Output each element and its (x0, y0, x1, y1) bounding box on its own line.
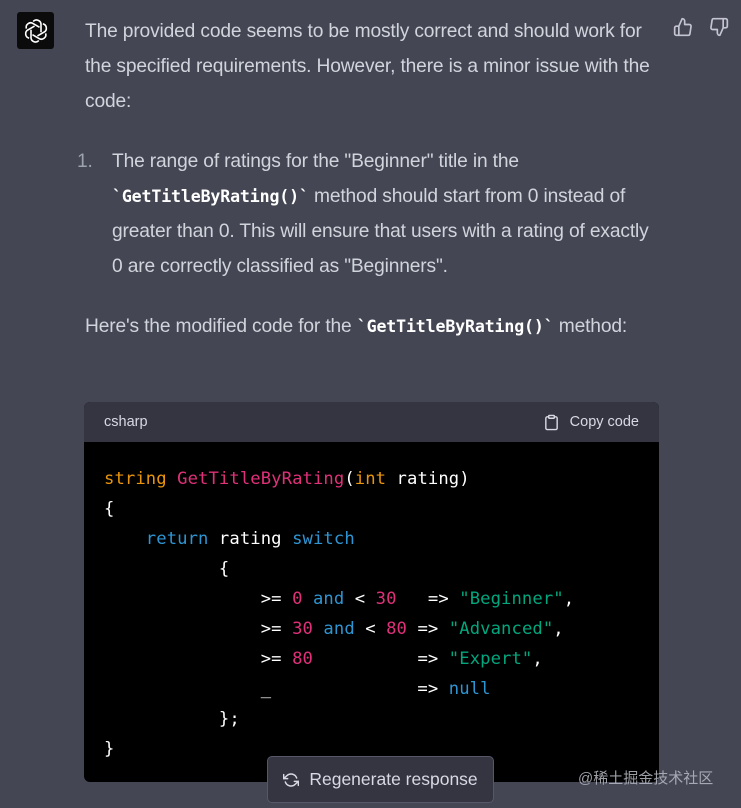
message-content: The provided code seems to be mostly cor… (77, 14, 660, 344)
code-token: { (104, 559, 230, 579)
code-token: < (354, 619, 387, 639)
code-block-header: csharp Copy code (84, 402, 659, 442)
code-token: 80 (386, 619, 408, 639)
list-item-text-before: The range of ratings for the "Beginner" … (112, 151, 519, 172)
code-token: 30 (292, 619, 313, 639)
watermark: @稀土掘金技术社区 (578, 770, 714, 787)
code-token: rating) (386, 469, 470, 489)
inline-code: `GetTitleByRating()` (112, 187, 309, 206)
regenerate-label: Regenerate response (309, 769, 478, 789)
copy-code-button[interactable]: Copy code (543, 413, 639, 432)
regenerate-response-button[interactable]: Regenerate response (267, 756, 494, 803)
code-token: , (532, 649, 543, 669)
code-token: >= (104, 589, 293, 609)
code-token: , (553, 619, 564, 639)
inline-code: `GetTitleByRating()` (356, 317, 554, 336)
code-body[interactable]: string GetTitleByRating(int rating) { ret… (84, 442, 659, 764)
code-token: => (312, 649, 449, 669)
code-token: switch (292, 529, 355, 549)
thumbs-down-icon (710, 17, 729, 37)
code-line: _ => null (104, 674, 659, 704)
clipboard-icon (544, 414, 558, 430)
paragraph-text-after: method: (553, 316, 628, 337)
code-language-label: csharp (104, 414, 148, 430)
code-token: ( (344, 469, 355, 489)
code-token: >= (104, 619, 293, 639)
code-token: "Beginner" (459, 589, 564, 609)
refresh-icon (283, 772, 300, 787)
code-token: string (104, 469, 167, 489)
code-token: rating (208, 529, 293, 549)
issue-list: 1. The range of ratings for the "Beginne… (77, 144, 660, 284)
list-item: 1. The range of ratings for the "Beginne… (77, 144, 660, 284)
code-line: { (104, 554, 659, 584)
code-line: }; (104, 704, 659, 734)
code-token: _ => (104, 679, 449, 699)
code-line: return rating switch (104, 524, 659, 554)
modified-code-paragraph: Here's the modified code for the `GetTit… (85, 309, 660, 344)
code-line: >= 80 => "Expert", (104, 644, 659, 674)
code-token: => (396, 589, 460, 609)
code-token: 0 (292, 589, 303, 609)
code-token: 30 (375, 589, 397, 609)
code-block: csharp Copy code string GetTitleByRating… (84, 402, 659, 782)
list-item-number: 1. (77, 151, 93, 172)
chat-response-page: The provided code seems to be mostly cor… (0, 0, 741, 808)
code-token: and (312, 589, 345, 609)
openai-logo-icon (24, 18, 47, 43)
code-token: { (104, 499, 115, 519)
code-token: GetTitleByRating (177, 469, 345, 489)
code-token: < (344, 589, 376, 609)
code-token: 80 (292, 649, 313, 669)
code-line: >= 30 and < 80 => "Advanced", (104, 614, 659, 644)
code-token: null (448, 679, 491, 699)
code-token: => (407, 619, 449, 639)
paragraph-text-before: Here's the modified code for the (85, 316, 357, 337)
code-token: return (145, 529, 209, 549)
code-line: { (104, 494, 659, 524)
code-line: string GetTitleByRating(int rating) (104, 464, 659, 494)
code-token: int (354, 469, 387, 489)
code-line: >= 0 and < 30 => "Beginner", (104, 584, 659, 614)
code-token: "Advanced" (448, 619, 554, 639)
copy-code-label: Copy code (569, 414, 639, 430)
feedback-buttons (672, 16, 730, 38)
assistant-avatar (17, 12, 54, 49)
code-token: }; (104, 709, 240, 729)
thumbs-up-button[interactable] (672, 16, 694, 38)
code-token: , (563, 589, 575, 609)
code-token: "Expert" (448, 649, 533, 669)
intro-paragraph: The provided code seems to be mostly cor… (85, 21, 650, 112)
code-token: >= (104, 649, 293, 669)
thumbs-down-button[interactable] (708, 16, 730, 38)
code-token: and (323, 619, 355, 639)
code-token: } (104, 739, 115, 759)
thumbs-up-icon (673, 17, 692, 37)
